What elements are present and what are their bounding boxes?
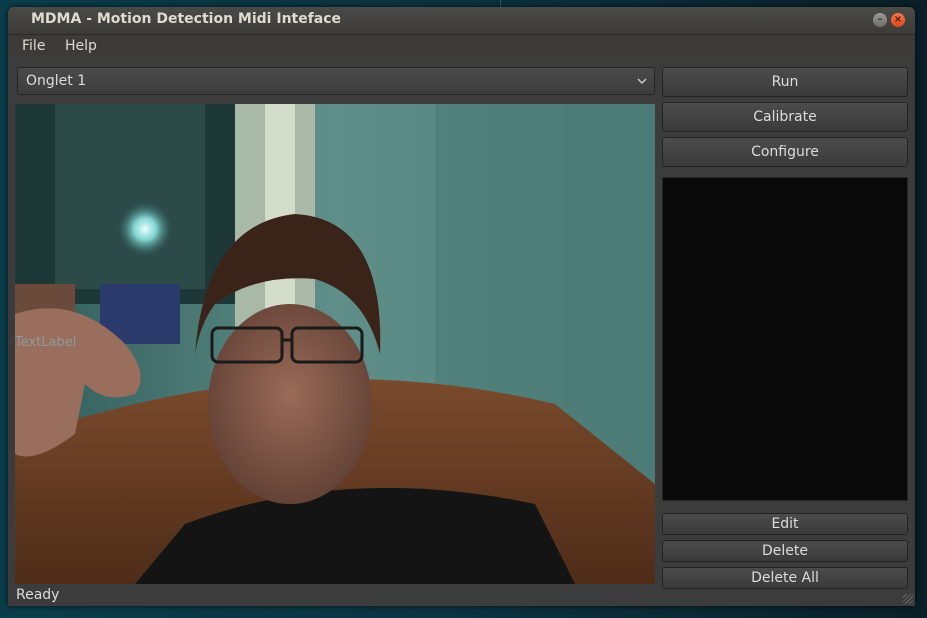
menu-file[interactable]: File	[22, 38, 45, 54]
configure-button[interactable]: Configure	[662, 137, 908, 167]
main-window: MDMA - Motion Detection Midi Inteface – …	[8, 7, 915, 606]
run-button[interactable]: Run	[662, 67, 908, 97]
close-button[interactable]: ×	[891, 13, 905, 27]
central-widget: Onglet 1 TextLabel Run Calibrate Configu…	[8, 58, 915, 606]
status-bar-text: Ready	[16, 587, 60, 603]
menu-help[interactable]: Help	[65, 38, 97, 54]
controls-list[interactable]	[662, 177, 908, 501]
minimize-button[interactable]: –	[873, 13, 887, 27]
tab-selector-value: Onglet 1	[26, 73, 87, 89]
delete-all-button[interactable]: Delete All	[662, 567, 908, 589]
menu-bar: File Help	[8, 35, 915, 58]
tab-selector[interactable]: Onglet 1	[17, 67, 655, 95]
camera-overlay-label: TextLabel	[15, 335, 77, 350]
calibrate-button[interactable]: Calibrate	[662, 102, 908, 132]
camera-image	[15, 104, 655, 584]
title-bar[interactable]: MDMA - Motion Detection Midi Inteface – …	[8, 7, 915, 35]
window-title: MDMA - Motion Detection Midi Inteface	[31, 11, 342, 27]
camera-feed: TextLabel	[15, 104, 655, 584]
resize-grip-icon[interactable]	[903, 594, 913, 604]
edit-button[interactable]: Edit	[662, 513, 908, 535]
delete-button[interactable]: Delete	[662, 540, 908, 562]
chevron-down-icon	[636, 71, 648, 95]
